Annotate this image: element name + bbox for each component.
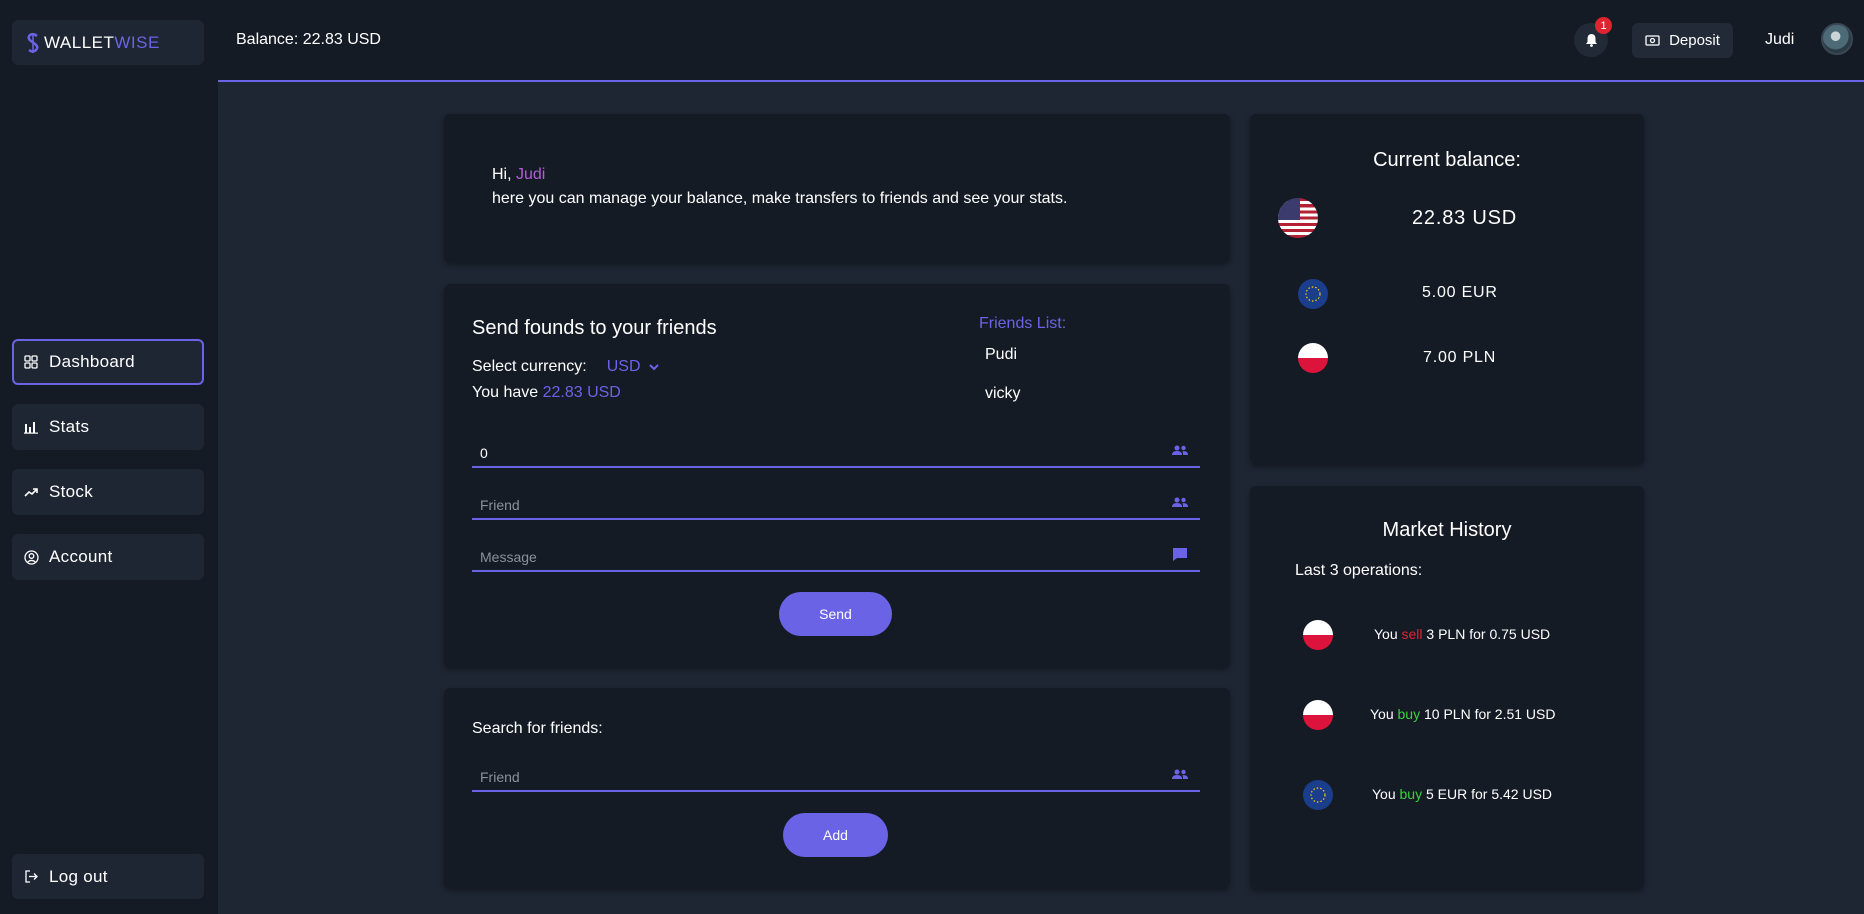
currency-label: Select currency:: [472, 358, 587, 375]
users-icon: [1172, 443, 1188, 457]
sidebar-item-stats[interactable]: Stats: [12, 404, 204, 450]
greeting-hi: Hi,: [492, 166, 516, 183]
market-operation: You buy 10 PLN for 2.51 USD: [1370, 706, 1556, 722]
op-rest: 5 EUR for 5.42 USD: [1422, 786, 1553, 802]
message-placeholder: Message: [480, 549, 537, 565]
currency-select[interactable]: USD: [607, 358, 659, 376]
header-username[interactable]: Judi: [1765, 31, 1794, 49]
logout-label: Log out: [49, 866, 108, 886]
currency-row: Select currency: USD: [472, 358, 659, 376]
market-operation: You buy 5 EUR for 5.42 USD: [1372, 786, 1552, 802]
friends-list-title: Friends List:: [979, 315, 1067, 332]
header-balance: Balance: 22.83 USD: [236, 31, 381, 48]
current-balance-card: Current balance: 22.83 USD 5.00 EUR 7.00…: [1250, 114, 1644, 464]
user-circle-icon: [23, 549, 39, 565]
op-action-buy: buy: [1399, 786, 1423, 802]
logout-button[interactable]: Log out: [12, 854, 204, 899]
pl-flag-icon: [1298, 343, 1328, 373]
greeting-card: Hi, Judi here you can manage your balanc…: [444, 114, 1230, 262]
logo-text-wallet: WALLET: [44, 32, 115, 52]
sidebar-item-label: Dashboard: [49, 352, 135, 371]
grid-icon: [23, 354, 39, 370]
market-history-card: Market History Last 3 operations: You se…: [1250, 486, 1644, 889]
dollar-logo-icon: [26, 32, 40, 54]
send-funds-card: Send founds to your friends Select curre…: [444, 284, 1230, 667]
chevron-down-icon: [648, 363, 659, 371]
deposit-label: Deposit: [1669, 32, 1720, 49]
friend-item[interactable]: vicky: [985, 385, 1021, 403]
current-balance-title: Current balance:: [1373, 149, 1521, 171]
market-operation: You sell 3 PLN for 0.75 USD: [1374, 626, 1550, 642]
sidebar: WALLET WISE Dashboard Stats Stock Account…: [0, 0, 218, 914]
op-rest: 3 PLN for 0.75 USD: [1422, 626, 1551, 642]
users-icon: [1172, 495, 1188, 509]
balance-usd: 22.83 USD: [1412, 207, 1518, 229]
search-friend-placeholder: Friend: [480, 769, 520, 785]
friend-placeholder: Friend: [480, 497, 520, 513]
balance-pln: 7.00 PLN: [1423, 349, 1497, 366]
op-prefix: You: [1370, 706, 1398, 722]
op-action-buy: buy: [1397, 706, 1421, 722]
app-logo[interactable]: WALLET WISE: [12, 20, 204, 65]
send-button[interactable]: Send: [779, 592, 892, 636]
greeting-name: Judi: [516, 166, 546, 183]
market-history-title: Market History: [1382, 519, 1512, 541]
notification-badge: 1: [1595, 17, 1612, 34]
users-icon: [1172, 767, 1188, 781]
notifications-button[interactable]: 1: [1574, 17, 1612, 57]
greeting-line: Hi, Judi: [492, 166, 545, 184]
eu-flag-icon: [1303, 780, 1333, 810]
op-prefix: You: [1374, 626, 1402, 642]
sidebar-item-stock[interactable]: Stock: [12, 469, 204, 515]
avatar[interactable]: [1821, 23, 1853, 55]
search-friends-card: Search for friends: Friend Add: [444, 688, 1230, 888]
logo-text-wise: WISE: [114, 32, 160, 52]
have-amount: 22.83 USD: [542, 384, 621, 401]
amount-input[interactable]: 0: [472, 432, 1200, 468]
op-prefix: You: [1372, 786, 1400, 802]
us-flag-icon: [1278, 198, 1318, 238]
currency-value: USD: [606, 358, 641, 375]
chat-icon: [1172, 547, 1188, 561]
sidebar-item-dashboard[interactable]: Dashboard: [12, 339, 204, 385]
sidebar-item-label: Stats: [49, 417, 90, 436]
sidebar-item-label: Stock: [49, 482, 94, 501]
friend-input[interactable]: Friend: [472, 484, 1200, 520]
bell-icon: [1585, 33, 1598, 47]
pl-flag-icon: [1303, 620, 1333, 650]
trending-up-icon: [23, 484, 39, 500]
market-history-subtitle: Last 3 operations:: [1295, 562, 1423, 579]
balance-eur: 5.00 EUR: [1422, 284, 1498, 301]
search-friend-input[interactable]: Friend: [472, 756, 1200, 792]
message-input[interactable]: Message: [472, 536, 1200, 572]
logout-icon: [23, 869, 39, 885]
pl-flag-icon: [1303, 700, 1333, 730]
add-friend-button[interactable]: Add: [783, 813, 888, 857]
amount-value: 0: [480, 445, 488, 461]
cash-icon: [1645, 35, 1660, 46]
greeting-text: here you can manage your balance, make t…: [492, 190, 1068, 207]
eu-flag-icon: [1298, 279, 1328, 309]
bar-chart-icon: [23, 419, 39, 435]
sidebar-item-account[interactable]: Account: [12, 534, 204, 580]
available-funds: You have 22.83 USD: [472, 384, 621, 402]
send-funds-title: Send founds to your friends: [472, 317, 717, 339]
sidebar-item-label: Account: [49, 547, 113, 566]
friend-item[interactable]: Pudi: [985, 346, 1017, 364]
deposit-button[interactable]: Deposit: [1632, 23, 1733, 58]
search-friends-label: Search for friends:: [472, 720, 603, 737]
have-prefix: You have: [472, 384, 543, 401]
top-bar: Balance: 22.83 USD 1 Deposit Judi: [218, 0, 1864, 82]
op-action-sell: sell: [1401, 626, 1423, 642]
op-rest: 10 PLN for 2.51 USD: [1420, 706, 1556, 722]
